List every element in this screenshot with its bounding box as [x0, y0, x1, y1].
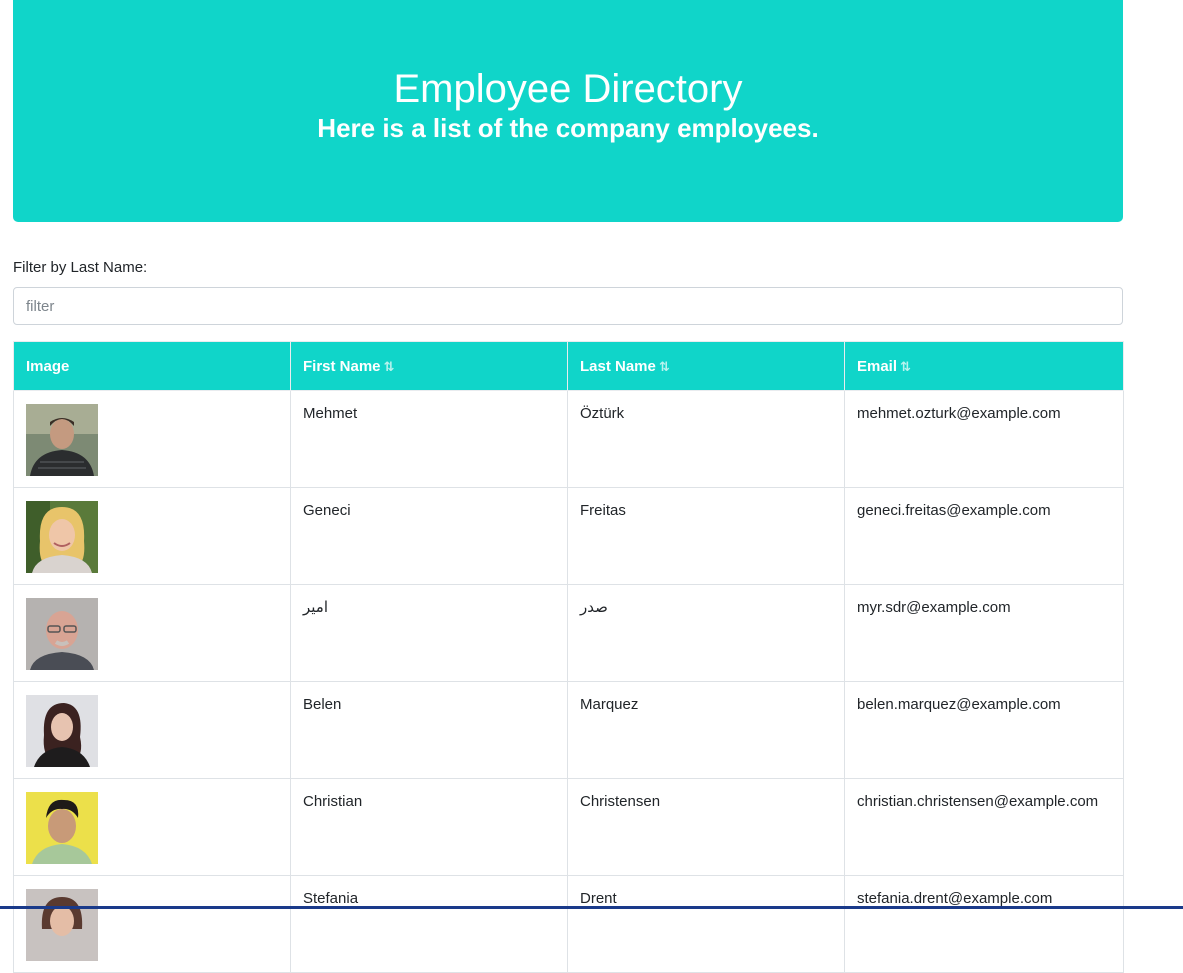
email-cell: christian.christensen@example.com	[844, 778, 1124, 876]
image-cell	[13, 390, 291, 488]
sort-up-down-icon[interactable]: ⇅	[659, 359, 670, 374]
table-row: Belen Marquez belen.marquez@example.com	[13, 681, 1124, 779]
table-row: امیر صدر myr.sdr@example.com	[13, 584, 1124, 682]
filter-input[interactable]	[13, 287, 1123, 325]
table-header-row: Image First Name ⇅ Last Name ⇅ Email ⇅	[13, 341, 1124, 391]
employee-table: Image First Name ⇅ Last Name ⇅ Email ⇅ M…	[13, 341, 1124, 973]
email-cell: geneci.freitas@example.com	[844, 487, 1124, 585]
avatar	[26, 695, 98, 767]
page-subtitle: Here is a list of the company employees.	[317, 113, 819, 143]
avatar	[26, 501, 98, 573]
image-cell	[13, 681, 291, 779]
avatar	[26, 792, 98, 864]
last-name-cell: Marquez	[567, 681, 845, 779]
email-cell: mehmet.ozturk@example.com	[844, 390, 1124, 488]
image-cell	[13, 875, 291, 973]
email-cell: myr.sdr@example.com	[844, 584, 1124, 682]
filter-label: Filter by Last Name:	[13, 259, 148, 276]
last-name-cell: Christensen	[567, 778, 845, 876]
first-name-cell: Geneci	[290, 487, 568, 585]
last-name-cell: Drent	[567, 875, 845, 973]
first-name-cell: Christian	[290, 778, 568, 876]
sort-up-down-icon[interactable]: ⇅	[900, 359, 911, 374]
first-name-cell: Mehmet	[290, 390, 568, 488]
column-header-last-name[interactable]: Last Name ⇅	[567, 341, 845, 391]
column-header-first-name[interactable]: First Name ⇅	[290, 341, 568, 391]
image-cell	[13, 778, 291, 876]
page-title: Employee Directory	[393, 67, 743, 111]
first-name-cell: Stefania	[290, 875, 568, 973]
last-name-cell: Freitas	[567, 487, 845, 585]
email-cell: stefania.drent@example.com	[844, 875, 1124, 973]
table-row: Geneci Freitas geneci.freitas@example.co…	[13, 487, 1124, 585]
header-banner: Employee Directory Here is a list of the…	[13, 0, 1123, 222]
email-cell: belen.marquez@example.com	[844, 681, 1124, 779]
last-name-cell: Öztürk	[567, 390, 845, 488]
table-row: Stefania Drent stefania.drent@example.co…	[13, 875, 1124, 973]
table-row: Christian Christensen christian.christen…	[13, 778, 1124, 876]
first-name-cell: Belen	[290, 681, 568, 779]
page-container: Employee Directory Here is a list of the…	[13, 0, 1124, 973]
avatar	[26, 404, 98, 476]
avatar	[26, 889, 98, 961]
image-cell	[13, 487, 291, 585]
image-cell	[13, 584, 291, 682]
table-row: Mehmet Öztürk mehmet.ozturk@example.com	[13, 390, 1124, 488]
column-header-image: Image	[13, 341, 291, 391]
last-name-cell: صدر	[567, 584, 845, 682]
avatar	[26, 598, 98, 670]
column-header-email[interactable]: Email ⇅	[844, 341, 1124, 391]
sort-up-down-icon[interactable]: ⇅	[384, 359, 395, 374]
first-name-cell: امیر	[290, 584, 568, 682]
